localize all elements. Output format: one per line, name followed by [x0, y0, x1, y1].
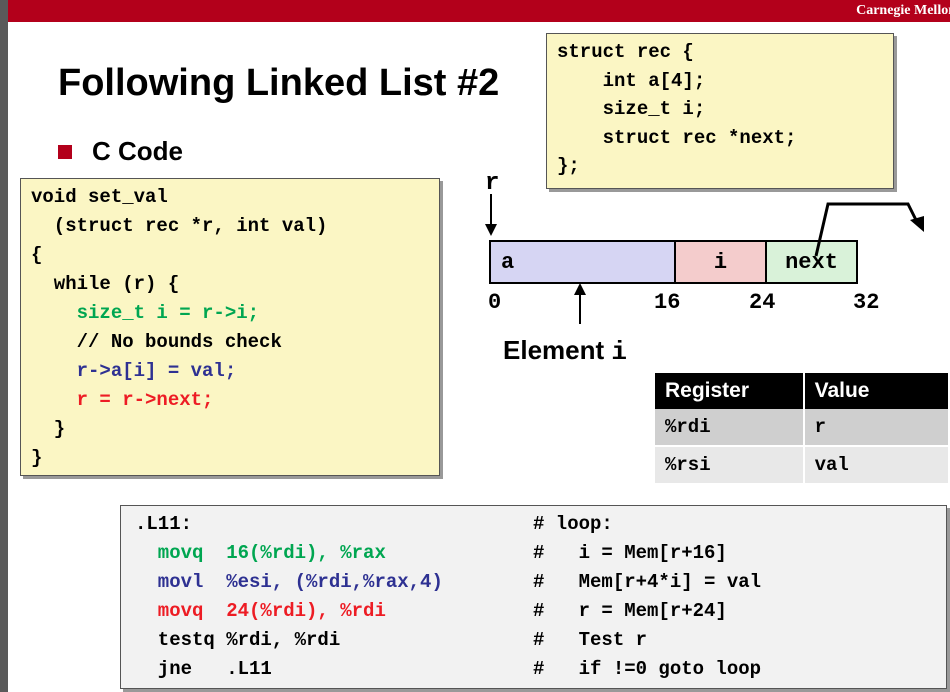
bullet-square-icon	[58, 144, 72, 159]
asm-line: .L11:	[135, 513, 193, 535]
window-left-edge	[0, 0, 8, 692]
c-line: while (r) {	[31, 273, 180, 295]
struct-line: int a[4];	[557, 69, 706, 92]
slide-title: Following Linked List #2	[58, 62, 500, 104]
value-cell: r	[803, 409, 950, 447]
field-a-label: a	[501, 249, 515, 275]
asm-comment: # i = Mem[r+16]	[533, 542, 727, 564]
table-row: %rsi val	[655, 446, 950, 485]
field-i: i	[674, 240, 767, 284]
c-line: void set_val	[31, 186, 168, 208]
asm-comment: # r = Mem[r+24]	[533, 600, 727, 622]
element-i-label: Element i	[503, 335, 627, 367]
asm-comment: # if !=0 goto loop	[533, 658, 762, 680]
arrow-down-icon	[485, 224, 497, 236]
element-label-var: i	[611, 337, 627, 367]
table-row: %rdi r	[655, 409, 950, 447]
assembly-code: .L11: movq 16(%rdi), %rax movl %esi, (%r…	[135, 510, 443, 684]
element-arrow	[579, 290, 581, 324]
asm-line: testq %rdi, %rdi	[135, 629, 341, 651]
struct-code: struct rec { int a[4]; size_t i; struct …	[557, 38, 796, 181]
register-cell: %rdi	[655, 409, 805, 447]
header-bar: Carnegie Mellon	[8, 0, 950, 22]
struct-line: struct rec *next;	[557, 126, 797, 149]
offset-16: 16	[654, 290, 681, 315]
bullet-label: C Code	[92, 136, 183, 166]
c-line: }	[31, 447, 43, 469]
asm-line-movq-i: movq 16(%rdi), %rax	[135, 542, 386, 564]
asm-line: jne .L11	[135, 658, 272, 680]
struct-line: size_t i;	[557, 98, 706, 120]
table-header-row: Register Value	[655, 373, 950, 409]
pointer-r-label: r	[485, 170, 500, 197]
element-label-prefix: Element	[503, 335, 612, 365]
next-pointer-arrow-icon	[814, 202, 924, 257]
c-line-size-t: size_t i = r->i;	[31, 302, 260, 324]
field-i-label: i	[713, 249, 728, 275]
asm-comment: # loop:	[533, 513, 613, 535]
register-table: Register Value %rdi r %rsi val	[655, 373, 950, 485]
pointer-r-arrow	[490, 194, 492, 226]
offset-32: 32	[853, 290, 880, 315]
asm-comment: # Mem[r+4*i] = val	[533, 571, 762, 593]
offset-24: 24	[749, 290, 776, 315]
c-line-next: r = r->next;	[31, 389, 214, 411]
assembly-comments: # loop: # i = Mem[r+16] # Mem[r+4*i] = val…	[533, 510, 761, 684]
asm-comment: # Test r	[533, 629, 648, 651]
value-cell: val	[803, 446, 950, 485]
c-line: (struct rec *r, int val)	[31, 215, 328, 237]
offset-0: 0	[488, 290, 502, 315]
c-line-comment: // No bounds check	[31, 331, 282, 353]
asm-line-movl: movl %esi, (%rdi,%rax,4)	[135, 571, 443, 593]
c-line-assign: r->a[i] = val;	[31, 360, 237, 382]
c-code: void set_val (struct rec *r, int val) { w…	[31, 183, 327, 473]
c-line: }	[31, 418, 66, 440]
c-line: {	[31, 244, 43, 266]
c-code-box: void set_val (struct rec *r, int val) { w…	[20, 178, 440, 476]
struct-line: struct rec {	[557, 41, 694, 63]
register-cell: %rsi	[655, 446, 805, 485]
assembly-box: .L11: movq 16(%rdi), %rax movl %esi, (%r…	[120, 505, 947, 689]
asm-line-movq-next: movq 24(%rdi), %rdi	[135, 600, 386, 622]
column-header-value: Value	[803, 373, 950, 409]
brand-label: Carnegie Mellon	[856, 3, 950, 18]
struct-line: };	[557, 155, 580, 177]
field-a: a	[489, 240, 676, 284]
bullet-c-code: C Code	[58, 136, 183, 167]
column-header-register: Register	[655, 373, 805, 409]
struct-definition-box: struct rec { int a[4]; size_t i; struct …	[546, 33, 894, 189]
